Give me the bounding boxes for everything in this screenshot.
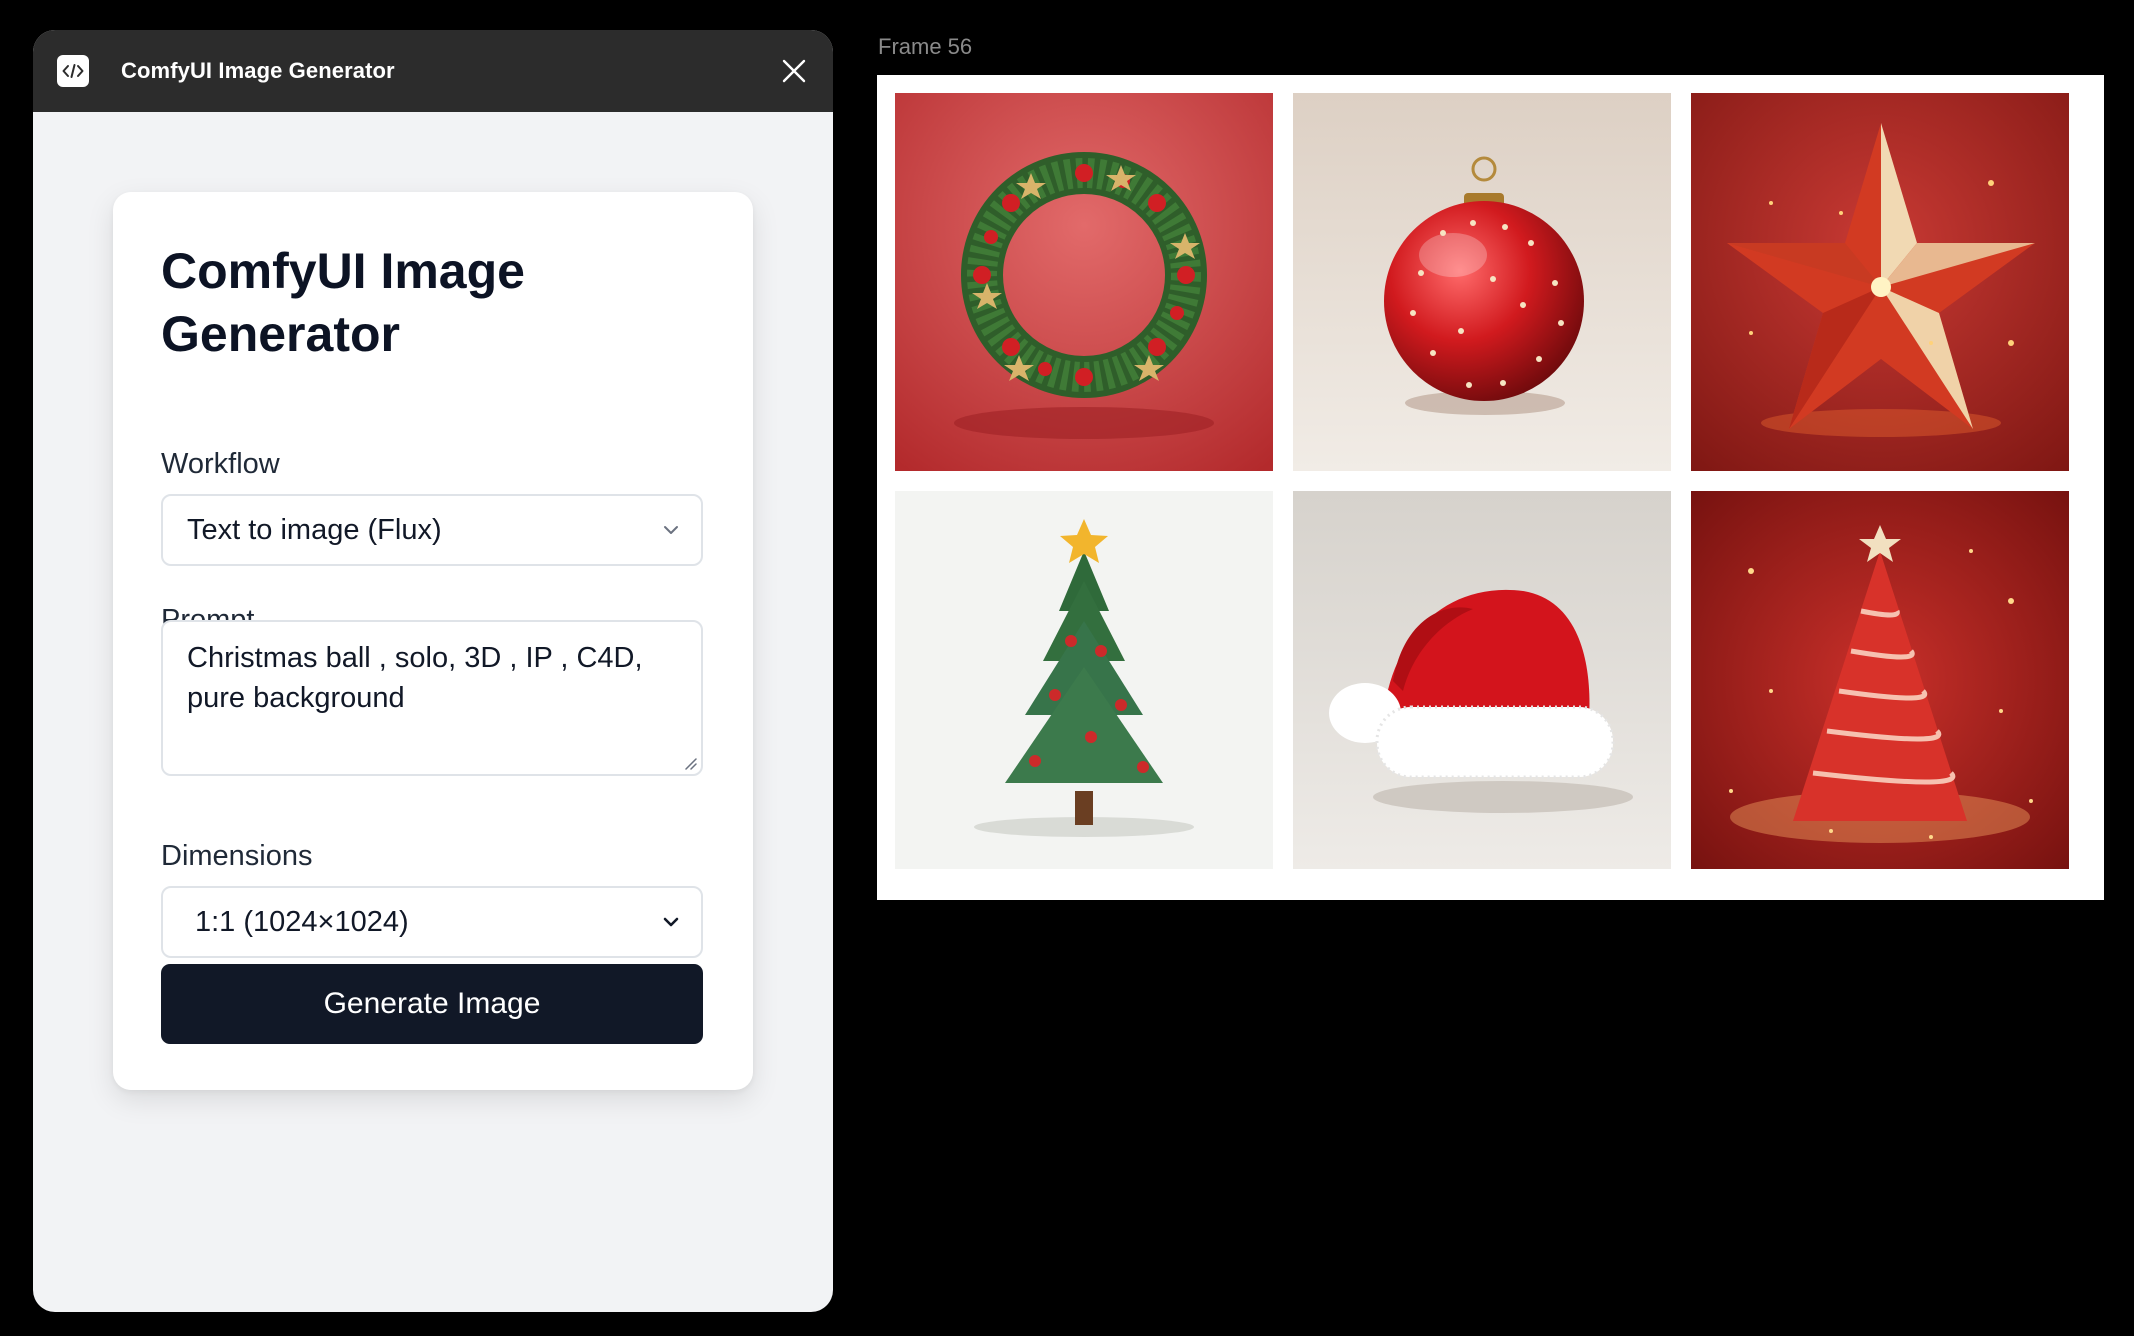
ornament-ball-image[interactable] (1293, 93, 1671, 471)
dimensions-select[interactable]: 1:1 (1024×1024) (161, 886, 703, 958)
wreath-image[interactable] (895, 93, 1273, 471)
page-title: ComfyUI Image Generator (161, 243, 525, 362)
plugin-title: ComfyUI Image Generator (121, 58, 395, 83)
chevron-down-icon (663, 917, 679, 927)
image-frame (877, 75, 2104, 900)
plugin-titlebar: ComfyUI Image Generator (33, 30, 833, 112)
generate-image-button[interactable]: Generate Image (161, 964, 703, 1044)
chevron-down-icon (664, 526, 678, 534)
frame-label: Frame 56 (878, 34, 973, 59)
generator-card: ComfyUI Image Generator Workflow Text to… (113, 192, 753, 1090)
santa-hat-image[interactable] (1293, 491, 1671, 869)
dimensions-select-value: 1:1 (1024×1024) (195, 906, 409, 938)
prompt-text: Christmas ball , solo, 3D , IP , C4D, pu… (187, 642, 643, 714)
resize-handle-icon[interactable] (683, 756, 697, 770)
christmas-tree-image[interactable] (895, 491, 1273, 869)
prompt-textarea[interactable]: Christmas ball , solo, 3D , IP , C4D, pu… (161, 620, 703, 776)
close-icon (782, 59, 806, 83)
code-brackets-icon (57, 55, 89, 87)
star-image[interactable] (1691, 93, 2069, 471)
workflow-select-value: Text to image (Flux) (187, 514, 442, 546)
close-button[interactable] (777, 54, 811, 88)
dimensions-label: Dimensions (161, 840, 313, 872)
workflow-label: Workflow (161, 448, 280, 480)
workflow-select[interactable]: Text to image (Flux) (161, 494, 703, 566)
plugin-window: ComfyUI Image Generator ComfyUI Image Ge… (33, 30, 833, 1312)
sparkling-tree-image[interactable] (1691, 491, 2069, 869)
